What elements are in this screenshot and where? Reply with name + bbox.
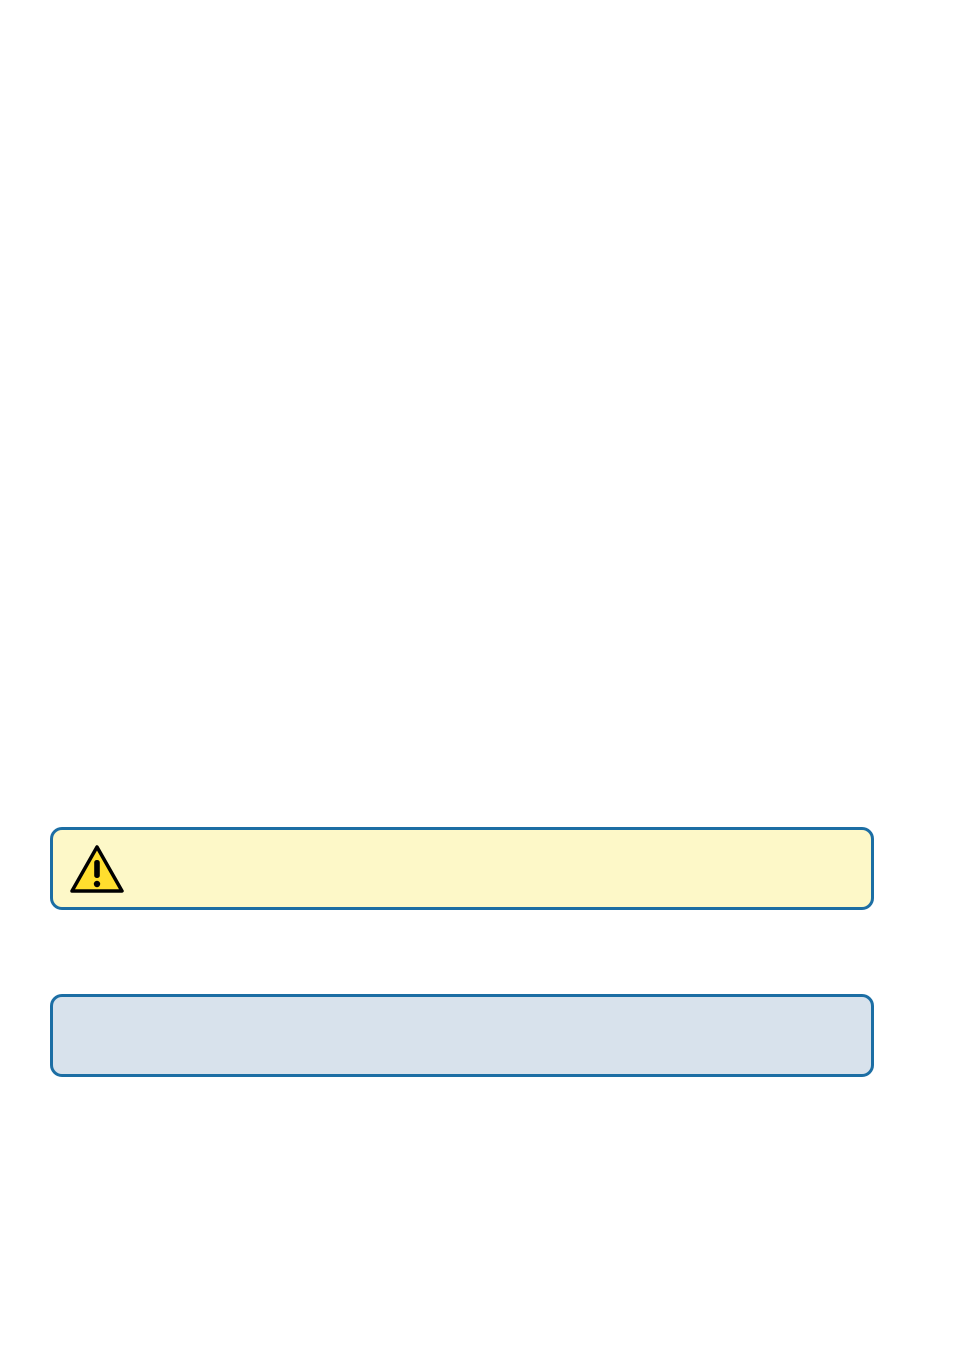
info-callout — [50, 994, 874, 1077]
warning-triangle-icon — [69, 844, 125, 894]
warning-callout — [50, 827, 874, 910]
document-page — [0, 0, 954, 1352]
